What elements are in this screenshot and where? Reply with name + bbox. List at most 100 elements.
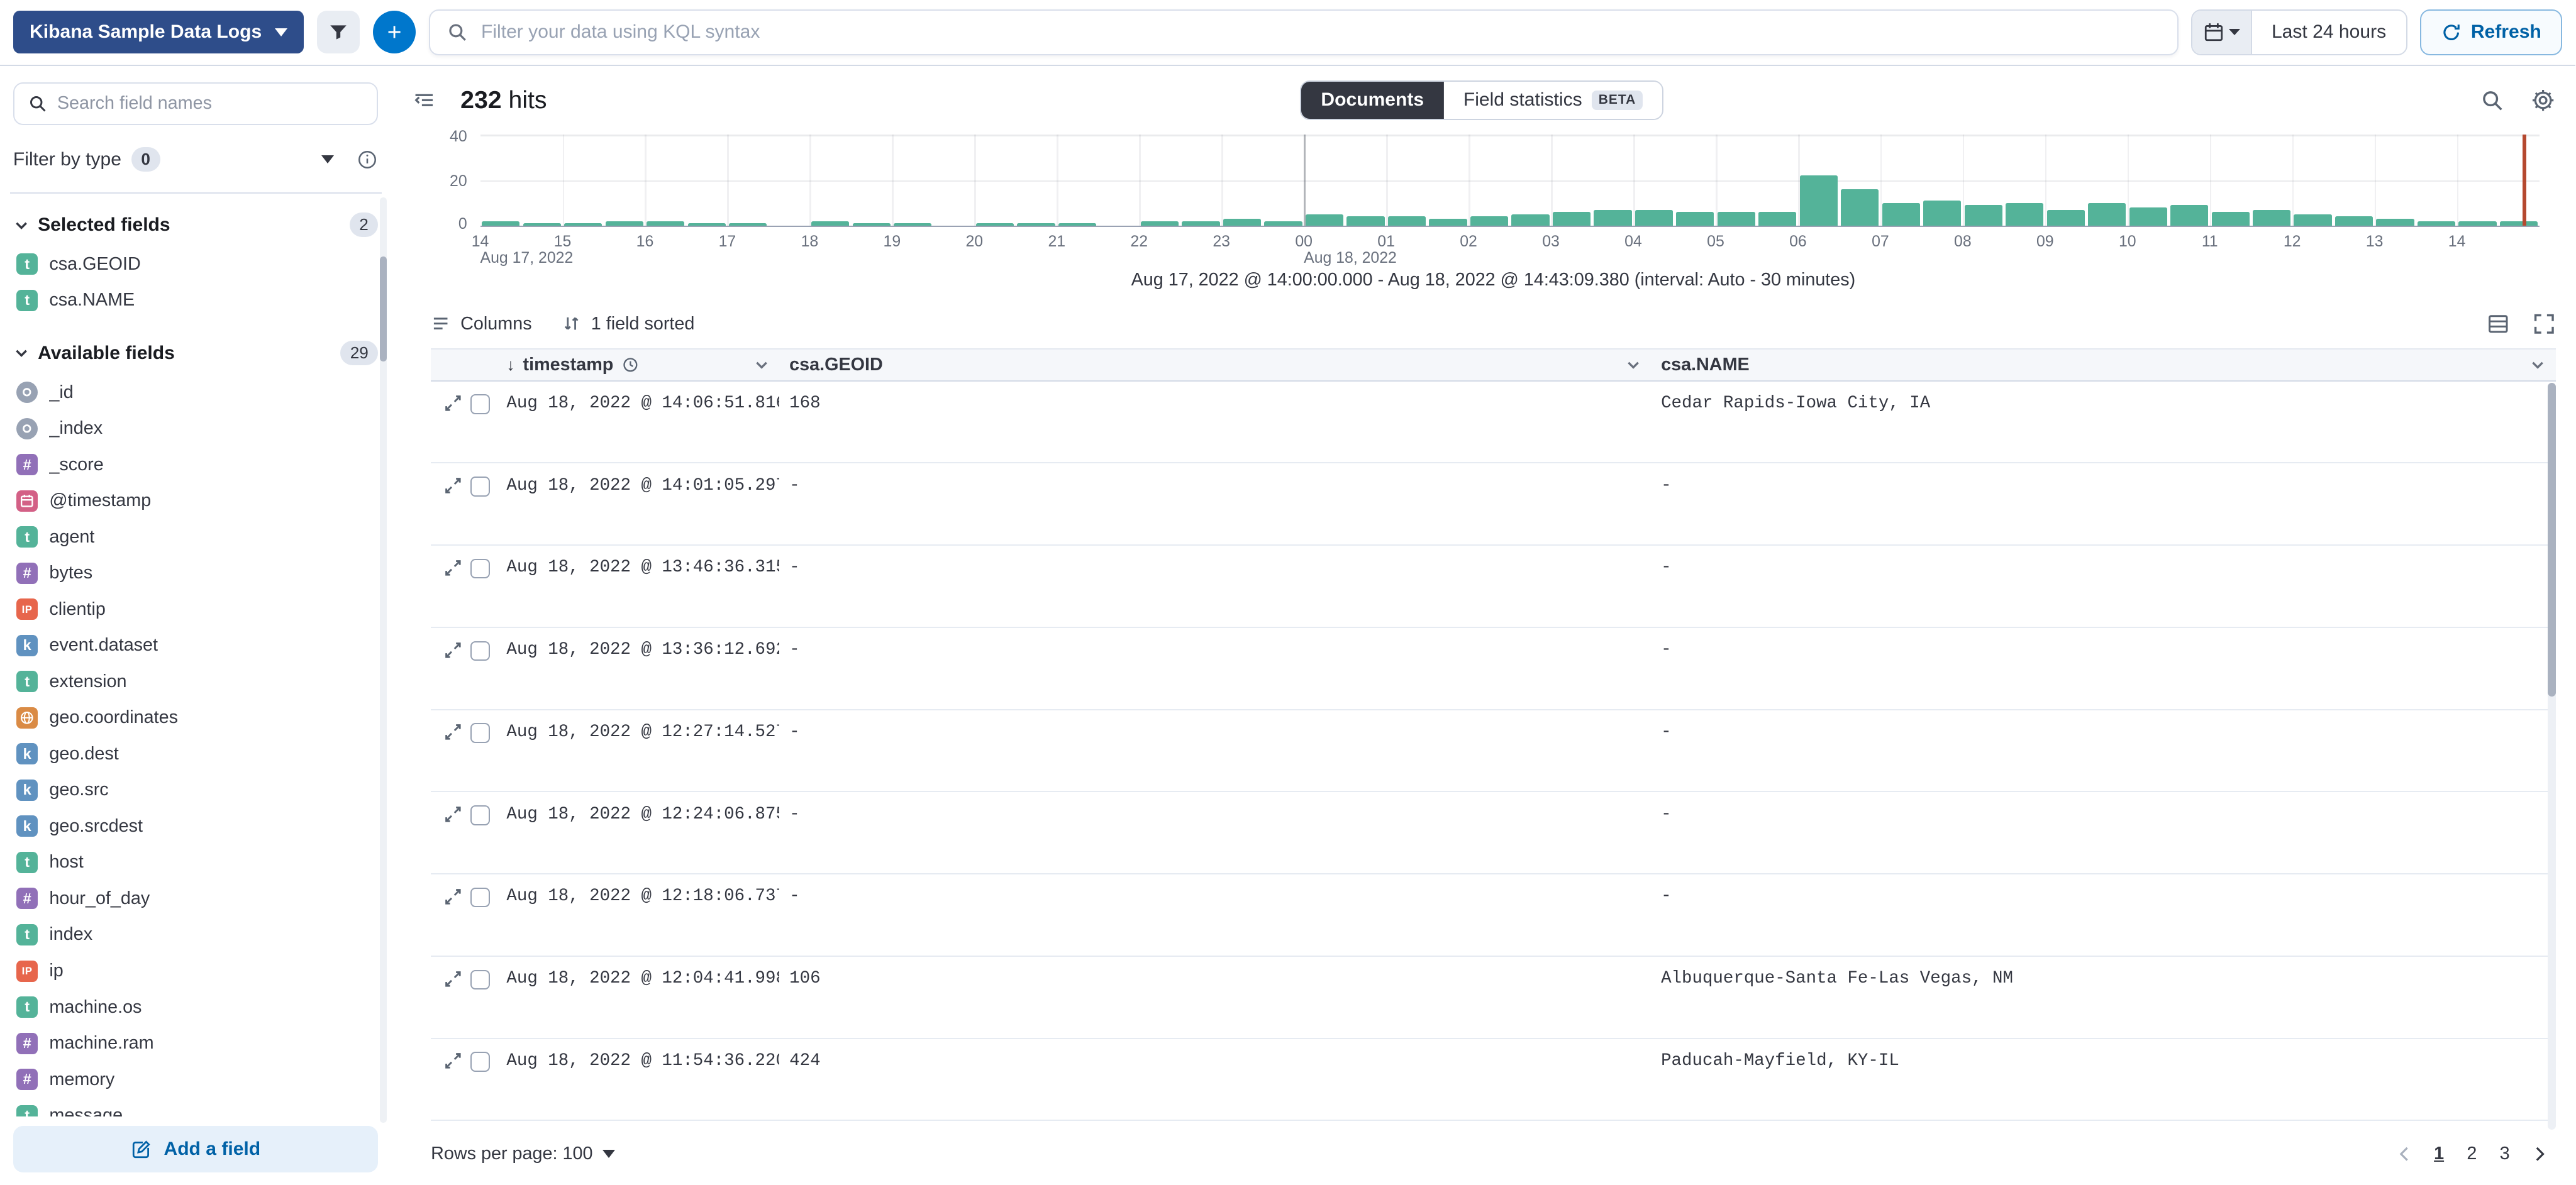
cell-timestamp[interactable]: Aug 18, 2022 @ 14:01:05.297 (497, 463, 780, 544)
select-document-checkbox[interactable] (470, 805, 490, 825)
info-icon[interactable] (357, 149, 378, 170)
field-item-agent[interactable]: tagent (13, 519, 379, 556)
expand-document-button[interactable] (444, 559, 462, 577)
cell-csa-name[interactable]: - (1651, 874, 2555, 956)
collapse-sidebar-button[interactable] (408, 84, 441, 116)
cell-timestamp[interactable]: Aug 18, 2022 @ 13:46:36.315 (497, 546, 780, 627)
cell-timestamp[interactable]: Aug 18, 2022 @ 12:24:06.875 (497, 792, 780, 873)
select-document-checkbox[interactable] (470, 394, 490, 414)
selected-fields-header[interactable]: Selected fields 2 (13, 208, 379, 241)
page-2-button[interactable]: 2 (2457, 1138, 2487, 1171)
quick-select-button[interactable] (2192, 11, 2251, 54)
expand-document-button[interactable] (444, 1052, 462, 1070)
cell-timestamp[interactable]: Aug 18, 2022 @ 11:28:27.036 (497, 1121, 780, 1129)
cell-csa-geoid[interactable]: - (779, 792, 1651, 873)
field-item-_id[interactable]: _id (13, 375, 379, 411)
cell-csa-geoid[interactable]: 168 (779, 382, 1651, 463)
field-item-bytes[interactable]: #bytes (13, 555, 379, 592)
chart-options-button[interactable] (2531, 88, 2555, 113)
cell-csa-name[interactable]: Paducah-Mayfield, KY-IL (1651, 1039, 2555, 1120)
expand-document-button[interactable] (444, 805, 462, 824)
cell-csa-name[interactable]: Cedar Rapids-Iowa City, IA (1651, 382, 2555, 463)
sidebar-scrollbar[interactable] (380, 197, 386, 1123)
available-fields-header[interactable]: Available fields 29 (13, 336, 379, 369)
field-item-index[interactable]: tindex (13, 917, 379, 953)
select-document-checkbox[interactable] (470, 888, 490, 907)
select-document-checkbox[interactable] (470, 970, 490, 989)
column-header-csa-geoid[interactable]: csa.GEOID (779, 350, 1651, 380)
cell-timestamp[interactable]: Aug 18, 2022 @ 11:54:36.220 (497, 1039, 780, 1120)
cell-csa-name[interactable]: - (1651, 792, 2555, 873)
select-document-checkbox[interactable] (470, 641, 490, 661)
field-item-ip[interactable]: IPip (13, 953, 379, 989)
cell-csa-name[interactable]: - (1651, 546, 2555, 627)
field-item-message[interactable]: tmessage (13, 1098, 379, 1116)
field-item-extension[interactable]: textension (13, 664, 379, 700)
add-filter-button[interactable]: + (373, 11, 416, 53)
kql-search-bar[interactable] (429, 9, 2179, 55)
tab-documents[interactable]: Documents (1301, 82, 1443, 119)
inspect-button[interactable] (2480, 88, 2504, 113)
cell-timestamp[interactable]: Aug 18, 2022 @ 12:18:06.737 (497, 874, 780, 956)
cell-csa-geoid[interactable]: 424 (779, 1039, 1651, 1120)
expand-document-button[interactable] (444, 477, 462, 495)
kql-input[interactable] (481, 21, 2160, 43)
select-document-checkbox[interactable] (470, 477, 490, 496)
cell-csa-name[interactable]: - (1651, 710, 2555, 791)
columns-button[interactable]: Columns (431, 314, 532, 334)
chevron-down-icon[interactable] (753, 356, 770, 373)
field-item-hour_of_day[interactable]: #hour_of_day (13, 881, 379, 917)
field-item-csa.GEOID[interactable]: tcsa.GEOID (13, 246, 379, 283)
field-item-_score[interactable]: #_score (13, 447, 379, 483)
field-item-geo.src[interactable]: kgeo.src (13, 772, 379, 808)
select-document-checkbox[interactable] (470, 559, 490, 578)
cell-csa-geoid[interactable]: - (779, 628, 1651, 709)
cell-csa-name[interactable]: Albuquerque-Santa Fe-Las Vegas, NM (1651, 957, 2555, 1038)
chevron-down-icon[interactable] (2529, 356, 2546, 373)
field-item-geo.dest[interactable]: kgeo.dest (13, 736, 379, 773)
filter-by-type[interactable]: Filter by type 0 (13, 141, 379, 178)
field-item-event.dataset[interactable]: kevent.dataset (13, 627, 379, 664)
page-1-button[interactable]: 1 (2424, 1138, 2454, 1171)
expand-document-button[interactable] (444, 888, 462, 906)
cell-csa-name[interactable]: Tulsa-Muskogee-Bartlesville, OK (1651, 1121, 2555, 1129)
column-header-csa-name[interactable]: csa.NAME (1651, 350, 2555, 380)
fullscreen-button[interactable] (2533, 312, 2556, 336)
cell-csa-geoid[interactable]: 106 (779, 957, 1651, 1038)
saved-query-button[interactable] (317, 11, 360, 53)
expand-document-button[interactable] (444, 970, 462, 988)
expand-document-button[interactable] (444, 723, 462, 741)
cell-timestamp[interactable]: Aug 18, 2022 @ 12:04:41.998 (497, 957, 780, 1038)
chevron-down-icon[interactable] (1625, 356, 1641, 373)
field-item-_index[interactable]: _index (13, 411, 379, 447)
sort-fields-button[interactable]: 1 field sorted (562, 314, 695, 334)
field-item-host[interactable]: thost (13, 844, 379, 881)
field-item-memory[interactable]: #memory (13, 1061, 379, 1098)
cell-timestamp[interactable]: Aug 18, 2022 @ 12:27:14.527 (497, 710, 780, 791)
cell-csa-geoid[interactable]: - (779, 710, 1651, 791)
field-search[interactable] (13, 82, 379, 125)
add-field-button[interactable]: Add a field (13, 1126, 379, 1172)
cell-csa-geoid[interactable]: - (779, 874, 1651, 956)
field-item-machine.os[interactable]: tmachine.os (13, 989, 379, 1025)
grid-scrollbar[interactable] (2548, 383, 2556, 1129)
cell-csa-geoid[interactable]: - (779, 546, 1651, 627)
next-page-button[interactable] (2523, 1138, 2555, 1171)
scrollbar-thumb[interactable] (380, 256, 386, 361)
select-document-checkbox[interactable] (470, 723, 490, 742)
field-item-clientip[interactable]: IPclientip (13, 592, 379, 628)
tab-field-statistics[interactable]: Field statistics BETA (1443, 82, 1662, 119)
cell-csa-geoid[interactable]: 538 (779, 1121, 1651, 1129)
field-item-@timestamp[interactable]: @timestamp (13, 483, 379, 519)
cell-csa-name[interactable]: - (1651, 463, 2555, 544)
field-item-geo.coordinates[interactable]: geo.coordinates (13, 700, 379, 736)
cell-csa-name[interactable]: - (1651, 628, 2555, 709)
scrollbar-thumb[interactable] (2548, 383, 2556, 697)
rows-per-page-button[interactable]: Rows per page: 100 (431, 1144, 615, 1164)
field-search-input[interactable] (57, 93, 364, 114)
cell-timestamp[interactable]: Aug 18, 2022 @ 13:36:12.692 (497, 628, 780, 709)
field-item-csa.NAME[interactable]: tcsa.NAME (13, 282, 379, 319)
select-document-checkbox[interactable] (470, 1052, 490, 1071)
data-view-picker[interactable]: Kibana Sample Data Logs (13, 11, 304, 53)
field-item-machine.ram[interactable]: #machine.ram (13, 1025, 379, 1062)
